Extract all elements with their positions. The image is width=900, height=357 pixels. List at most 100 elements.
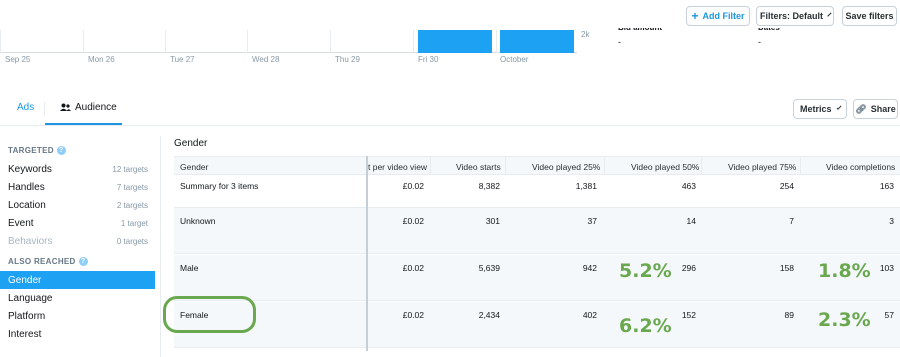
column-header[interactable]: t per video view (368, 162, 427, 172)
tab-audience[interactable]: Audience (60, 102, 117, 113)
share-button[interactable]: 🔗︎ Share (853, 99, 898, 119)
filters-label: Filters: Default (760, 11, 824, 21)
save-filters-label: Save filters (845, 11, 894, 21)
table-cell: 8,382 (478, 181, 500, 191)
chevron-down-icon (827, 12, 832, 17)
add-filter-button[interactable]: + Add Filter (686, 6, 750, 26)
column-divider (701, 157, 702, 176)
x-tick-label: Sep 25 (5, 55, 31, 64)
impressions-chart: 2k Sep 25 Mon 26 Tue 27 Wed 28 Thu 29 Fr… (0, 30, 598, 64)
sidebar-item-event[interactable]: Event 1 target (0, 214, 155, 232)
sidebar-item-count: 2 targets (116, 200, 148, 210)
row-label: Summary for 3 items (180, 181, 259, 191)
stat-value-dates: - (758, 37, 761, 47)
sidebar-item-handles[interactable]: Handles 7 targets (0, 178, 155, 196)
sidebar-item-label: Handles (8, 181, 45, 193)
column-divider (800, 157, 801, 176)
people-icon (60, 103, 71, 111)
help-icon[interactable]: ? (56, 146, 66, 155)
table-row[interactable]: Female £0.02 2,434 402 152 89 57 (174, 302, 900, 348)
plus-icon: + (691, 9, 699, 23)
tab-bar: Ads Audience Metrics 🔗︎ Share (0, 96, 900, 126)
x-tick-label: Fri 30 (418, 55, 439, 64)
table-cell: 296 (681, 263, 696, 273)
sidebar-item-label: Location (8, 199, 46, 211)
table-cell: 37 (587, 216, 597, 226)
x-tick-label: Wed 28 (252, 55, 280, 64)
stat-label-dates: Dates (758, 28, 780, 33)
frozen-column-divider (366, 156, 368, 351)
table-cell: £0.02 (402, 310, 424, 320)
sidebar-item-label: Event (8, 217, 34, 229)
add-filter-label: Add Filter (702, 11, 745, 21)
column-header[interactable]: Video completions (826, 162, 895, 172)
chart-bar-october[interactable] (500, 30, 574, 53)
help-icon[interactable]: ? (78, 257, 88, 266)
column-header[interactable]: Video played 25% (532, 162, 600, 172)
sidebar-item-language[interactable]: Language (0, 289, 155, 307)
share-label: Share (870, 104, 896, 114)
annotation-male-completion: 1.8% (818, 260, 871, 282)
tab-ads[interactable]: Ads (17, 102, 34, 113)
sidebar-item-label: Gender (8, 274, 42, 286)
x-tick-label: October (500, 55, 529, 64)
x-tick-label: Mon 26 (88, 55, 115, 64)
annotation-female-50: 6.2% (619, 315, 672, 337)
highlight-circle (163, 296, 256, 333)
column-header[interactable]: Video played 50% (631, 162, 699, 172)
link-icon: 🔗︎ (855, 103, 867, 114)
table-cell: 152 (681, 310, 696, 320)
table-cell: £0.02 (402, 263, 424, 273)
table-cell: 7 (789, 216, 794, 226)
table-cell: 163 (879, 181, 894, 191)
also-reached-heading: ALSO REACHED ? (8, 257, 88, 266)
column-header[interactable]: Video played 75% (728, 162, 796, 172)
column-header[interactable]: Video starts (456, 162, 501, 172)
gridline (247, 30, 248, 53)
stat-value-bid-amount: - (618, 37, 621, 47)
column-divider (430, 157, 431, 176)
chart-bar-fri30[interactable] (418, 30, 492, 53)
sidebar-item-location[interactable]: Location 2 targets (0, 196, 155, 214)
table-cell: 1,381 (575, 181, 597, 191)
gridline (0, 30, 1, 53)
sidebar-divider (160, 136, 161, 357)
sidebar-item-count: 1 target (120, 218, 148, 228)
sidebar-item-gender[interactable]: Gender (0, 271, 155, 289)
x-tick-label: Thu 29 (335, 55, 360, 64)
table-cell: 2,434 (478, 310, 500, 320)
filters-dropdown[interactable]: Filters: Default (756, 6, 834, 26)
metrics-dropdown[interactable]: Metrics (793, 99, 847, 119)
row-label: Male (180, 263, 199, 273)
sidebar-item-interest[interactable]: Interest (0, 325, 155, 343)
chevron-down-icon (836, 104, 842, 111)
table-cell: 158 (779, 263, 794, 273)
annotation-female-completion: 2.3% (818, 309, 871, 331)
sidebar-item-label: Keywords (8, 163, 52, 175)
table-cell: £0.02 (402, 181, 424, 191)
gridline (496, 30, 497, 53)
sidebar-item-keywords[interactable]: Keywords 12 targets (0, 160, 155, 178)
metrics-label: Metrics (800, 104, 832, 114)
table-header: Gender t per video view Video starts Vid… (174, 156, 900, 176)
sidebar-item-count: 0 targets (116, 236, 148, 246)
sidebar-item-platform[interactable]: Platform (0, 307, 155, 325)
save-filters-button[interactable]: Save filters (842, 6, 897, 26)
tab-divider (44, 102, 45, 116)
stat-label-bid-amount: Bid amount (618, 28, 662, 33)
table-cell: 942 (582, 263, 597, 273)
gridline (165, 30, 166, 53)
row-label: Unknown (180, 216, 216, 226)
sidebar-item-label: Platform (8, 310, 46, 322)
column-header[interactable]: Gender (180, 162, 208, 172)
tab-audience-label: Audience (75, 102, 117, 113)
targeted-heading: TARGETED ? (8, 146, 66, 155)
table-cell: 3 (889, 216, 894, 226)
table-cell: 89 (784, 310, 794, 320)
table-row[interactable]: Unknown £0.02 301 37 14 7 3 (174, 208, 900, 254)
gridline (413, 30, 414, 53)
section-title: Gender (174, 138, 208, 149)
gridline (330, 30, 331, 53)
table-row[interactable]: Male £0.02 5,639 942 296 158 103 (174, 255, 900, 301)
also-reached-heading-text: ALSO REACHED (8, 257, 76, 266)
